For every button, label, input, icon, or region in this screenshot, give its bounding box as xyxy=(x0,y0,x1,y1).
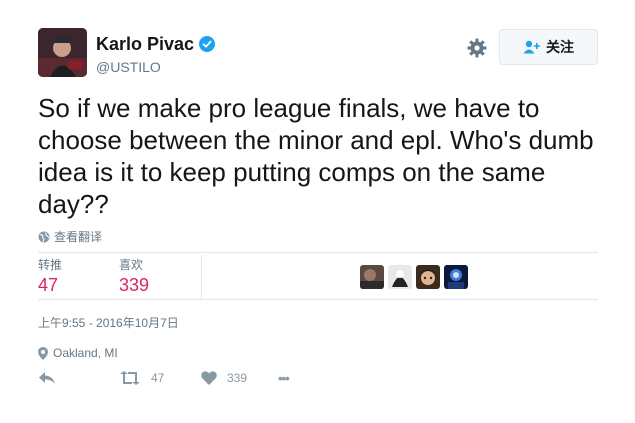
retweet-count: 47 xyxy=(151,371,165,385)
display-name-text[interactable]: Karlo Pivac xyxy=(96,34,194,54)
likers-avatars xyxy=(360,265,472,289)
author-info: Karlo Pivac @USTILO xyxy=(96,34,216,75)
liker-avatar[interactable] xyxy=(416,265,440,289)
liker-avatar[interactable] xyxy=(388,265,412,289)
retweet-stat[interactable]: 转推 47 xyxy=(38,258,62,296)
display-name[interactable]: Karlo Pivac xyxy=(96,34,216,54)
verified-badge-icon xyxy=(199,36,216,52)
reply-icon xyxy=(39,372,55,384)
retweet-button[interactable]: 47 xyxy=(119,371,164,385)
divider xyxy=(38,252,598,253)
translate-link[interactable]: 查看翻译 xyxy=(38,228,102,245)
like-count: 339 xyxy=(227,371,248,385)
tweet-actions: 47 339 ••• xyxy=(38,371,338,393)
more-icon: ••• xyxy=(278,371,290,386)
globe-icon xyxy=(38,231,50,242)
tweet-location[interactable]: Oakland, MI xyxy=(38,346,118,360)
like-button[interactable]: 339 xyxy=(201,371,247,385)
location-label[interactable]: Oakland, MI xyxy=(53,346,118,360)
location-pin-icon xyxy=(38,346,48,360)
divider xyxy=(38,299,598,300)
tweet-header: Karlo Pivac @USTILO 关注 xyxy=(38,28,598,78)
likes-stat[interactable]: 喜欢 339 xyxy=(119,258,149,296)
likes-label: 喜欢 xyxy=(119,258,144,272)
retweets-label: 转推 xyxy=(38,258,63,272)
retweets-count[interactable]: 47 xyxy=(38,274,62,296)
avatar[interactable] xyxy=(38,28,87,77)
translate-label[interactable]: 查看翻译 xyxy=(54,228,102,245)
reply-button[interactable] xyxy=(38,371,66,385)
heart-icon xyxy=(201,371,217,385)
follow-user-icon xyxy=(523,40,540,54)
more-button[interactable]: ••• xyxy=(278,371,290,386)
liker-avatar[interactable] xyxy=(444,265,468,289)
tweet-text: So if we make pro league finals, we have… xyxy=(38,93,594,219)
retweet-icon xyxy=(120,371,140,385)
tweet-stats: 转推 47 喜欢 339 xyxy=(38,255,598,299)
liker-avatar[interactable] xyxy=(360,265,384,289)
follow-button-label: 关注 xyxy=(546,39,574,55)
tweet-timestamp[interactable]: 上午9:55 - 2016年10月7日 xyxy=(38,314,179,331)
likes-count[interactable]: 339 xyxy=(119,274,149,296)
user-handle[interactable]: @USTILO xyxy=(96,59,215,75)
stats-separator xyxy=(201,255,202,299)
gear-icon[interactable] xyxy=(466,37,488,59)
follow-button[interactable]: 关注 xyxy=(499,29,598,65)
